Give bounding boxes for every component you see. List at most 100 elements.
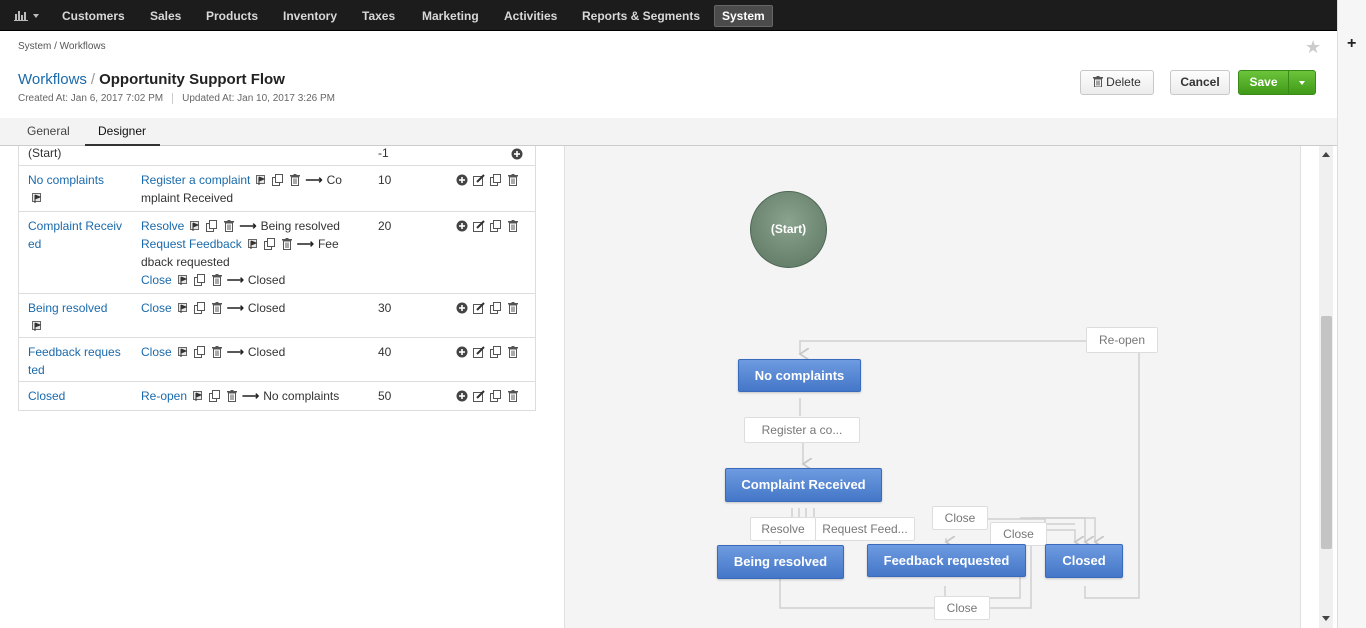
add-icon[interactable] bbox=[456, 174, 468, 186]
transition-flag-icon[interactable] bbox=[192, 390, 204, 402]
add-icon[interactable] bbox=[456, 346, 468, 358]
transition-link[interactable]: Close bbox=[141, 301, 172, 315]
canvas-scrollbar[interactable] bbox=[1319, 146, 1333, 628]
step-name[interactable]: Closed bbox=[28, 387, 133, 405]
transition-flag-icon[interactable] bbox=[247, 238, 259, 250]
tab-general[interactable]: General bbox=[27, 124, 70, 138]
label-close-3[interactable]: Close bbox=[934, 596, 990, 620]
add-icon[interactable] bbox=[456, 302, 468, 314]
page-title: Workflows / Opportunity Support Flow bbox=[18, 71, 285, 88]
node-feedback-requested[interactable]: Feedback requested bbox=[867, 544, 1026, 577]
trash-icon[interactable] bbox=[507, 346, 519, 358]
edit-icon[interactable] bbox=[473, 174, 485, 186]
copy-icon[interactable] bbox=[263, 238, 276, 250]
step-flag-icon[interactable] bbox=[31, 192, 43, 204]
nav-inventory[interactable]: Inventory bbox=[276, 6, 344, 28]
save-options-button[interactable] bbox=[1288, 70, 1316, 95]
transition-flag-icon[interactable] bbox=[189, 220, 201, 232]
add-icon[interactable] bbox=[456, 220, 468, 232]
transition-flag-icon[interactable] bbox=[177, 346, 189, 358]
transition-flag-icon[interactable] bbox=[177, 302, 189, 314]
edit-icon[interactable] bbox=[473, 302, 485, 314]
add-transition-button[interactable] bbox=[511, 147, 523, 165]
node-no-complaints[interactable]: No complaints bbox=[738, 359, 861, 392]
step-name[interactable]: Being resolved bbox=[28, 299, 133, 335]
node-closed[interactable]: Closed bbox=[1045, 544, 1123, 578]
step-name[interactable]: Complaint Receiv ed bbox=[28, 217, 133, 253]
label-close-2[interactable]: Close bbox=[990, 522, 1047, 546]
copy-icon[interactable] bbox=[490, 302, 502, 314]
edit-icon[interactable] bbox=[473, 346, 485, 358]
transition-flag-icon[interactable] bbox=[255, 174, 267, 186]
trash-icon[interactable] bbox=[211, 274, 223, 286]
copy-icon[interactable] bbox=[490, 346, 502, 358]
table-row: Closed Re-open ⟶ No complaints 50 bbox=[19, 382, 535, 410]
edit-icon[interactable] bbox=[473, 390, 485, 402]
nav-taxes[interactable]: Taxes bbox=[355, 6, 402, 28]
designer-canvas[interactable]: Re-open No complaints Register a co... C… bbox=[564, 146, 1301, 628]
label-resolve[interactable]: Resolve bbox=[750, 517, 816, 541]
arrow-right-icon: ⟶ bbox=[296, 237, 314, 251]
copy-icon[interactable] bbox=[193, 302, 206, 314]
nav-system[interactable]: System bbox=[714, 5, 773, 27]
transition-link[interactable]: Re-open bbox=[141, 389, 187, 403]
breadcrumb[interactable]: System / Workflows bbox=[18, 41, 106, 52]
order-start: -1 bbox=[378, 146, 389, 160]
scroll-up-icon[interactable] bbox=[1322, 152, 1330, 157]
trash-icon[interactable] bbox=[507, 302, 519, 314]
nav-sales[interactable]: Sales bbox=[143, 6, 188, 28]
scroll-thumb[interactable] bbox=[1321, 316, 1332, 549]
label-register-complaint[interactable]: Register a co... bbox=[744, 417, 860, 443]
copy-icon[interactable] bbox=[193, 274, 206, 286]
nav-products[interactable]: Products bbox=[199, 6, 265, 28]
trash-icon[interactable] bbox=[223, 220, 235, 232]
transition-link[interactable]: Close bbox=[141, 345, 172, 359]
nav-marketing[interactable]: Marketing bbox=[415, 6, 486, 28]
transition-link[interactable]: Request Feedback bbox=[141, 237, 242, 251]
dashboard-menu[interactable] bbox=[8, 5, 44, 27]
step-name[interactable]: No complaints bbox=[28, 171, 133, 207]
trash-icon[interactable] bbox=[211, 302, 223, 314]
copy-icon[interactable] bbox=[193, 346, 206, 358]
transition-link[interactable]: Close bbox=[141, 273, 172, 287]
trash-icon[interactable] bbox=[226, 390, 238, 402]
copy-icon[interactable] bbox=[272, 174, 284, 186]
nav-activities[interactable]: Activities bbox=[497, 6, 564, 28]
trash-icon[interactable] bbox=[507, 220, 519, 232]
transition-link[interactable]: Register a complaint bbox=[141, 173, 250, 187]
node-start[interactable]: (Start) bbox=[750, 191, 827, 268]
node-complaint-received[interactable]: Complaint Received bbox=[725, 468, 882, 502]
add-icon[interactable] bbox=[456, 390, 468, 402]
trash-icon[interactable] bbox=[507, 174, 519, 186]
copy-icon[interactable] bbox=[206, 220, 218, 232]
row-actions bbox=[451, 343, 519, 361]
copy-icon[interactable] bbox=[490, 220, 502, 232]
star-icon[interactable]: ★ bbox=[1305, 37, 1321, 58]
trash-icon[interactable] bbox=[281, 238, 293, 250]
transition-flag-icon[interactable] bbox=[177, 274, 189, 286]
cancel-button[interactable]: Cancel bbox=[1170, 70, 1230, 95]
copy-icon[interactable] bbox=[490, 174, 502, 186]
trash-icon[interactable] bbox=[211, 346, 223, 358]
trash-icon[interactable] bbox=[507, 390, 519, 402]
trash-icon[interactable] bbox=[289, 174, 301, 186]
edit-icon[interactable] bbox=[473, 220, 485, 232]
scroll-down-icon[interactable] bbox=[1322, 616, 1330, 621]
nav-reports-segments[interactable]: Reports & Segments bbox=[575, 6, 707, 28]
step-name[interactable]: Feedback reques ted bbox=[28, 343, 133, 379]
label-reopen[interactable]: Re-open bbox=[1086, 327, 1158, 353]
arrow-right-icon: ⟶ bbox=[226, 273, 244, 287]
transition-link[interactable]: Resolve bbox=[141, 219, 184, 233]
save-button[interactable]: Save bbox=[1238, 70, 1289, 95]
delete-button[interactable]: Delete bbox=[1080, 70, 1154, 95]
node-being-resolved[interactable]: Being resolved bbox=[717, 545, 844, 579]
plus-icon[interactable]: + bbox=[1347, 35, 1356, 53]
step-flag-icon[interactable] bbox=[31, 320, 43, 332]
copy-icon[interactable] bbox=[490, 390, 502, 402]
nav-customers[interactable]: Customers bbox=[55, 6, 132, 28]
workflows-link[interactable]: Workflows bbox=[18, 71, 87, 88]
tab-designer[interactable]: Designer bbox=[85, 124, 161, 146]
label-request-feedback[interactable]: Request Feed... bbox=[815, 517, 915, 541]
label-close-1[interactable]: Close bbox=[932, 506, 988, 530]
copy-icon[interactable] bbox=[209, 390, 221, 402]
